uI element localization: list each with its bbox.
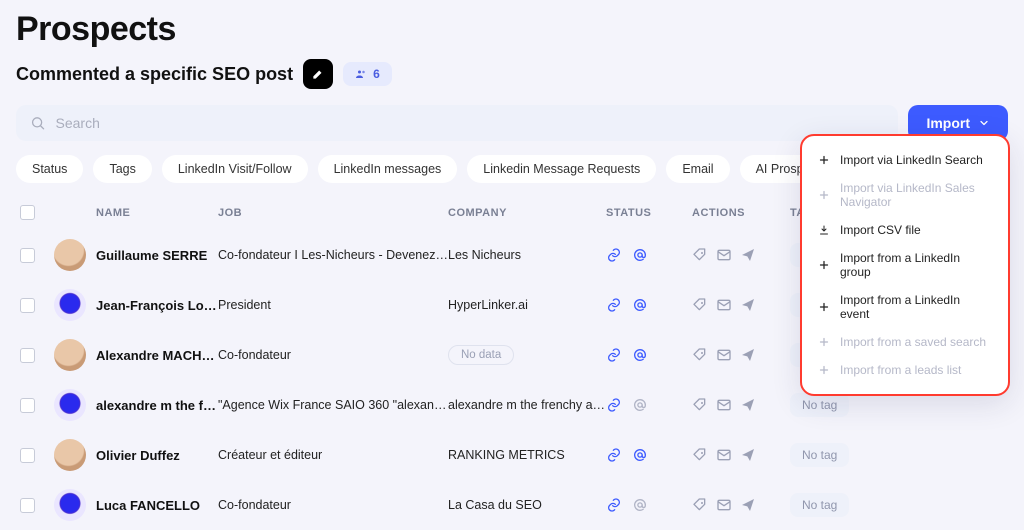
avatar xyxy=(54,289,86,321)
at-icon[interactable] xyxy=(632,347,648,363)
plus-icon xyxy=(818,259,830,271)
mail-action-icon[interactable] xyxy=(716,347,732,363)
tag-chip[interactable]: No tag xyxy=(790,393,849,417)
row-checkbox[interactable] xyxy=(20,398,35,413)
link-icon[interactable] xyxy=(606,297,622,313)
import-option: Import via LinkedIn Sales Navigator xyxy=(808,174,1002,216)
prospect-job: Créateur et éditeur xyxy=(218,448,448,462)
tag-action-icon[interactable] xyxy=(692,247,708,263)
row-checkbox[interactable] xyxy=(20,448,35,463)
row-checkbox[interactable] xyxy=(20,248,35,263)
prospect-job: Co-fondateur xyxy=(218,348,448,362)
at-icon[interactable] xyxy=(632,247,648,263)
prospect-company: No data xyxy=(448,345,606,365)
avatar xyxy=(54,489,86,521)
prospect-company: RANKING METRICS xyxy=(448,448,606,462)
filter-pill[interactable]: Status xyxy=(16,155,83,183)
at-icon[interactable] xyxy=(632,297,648,313)
prospect-job: Co-fondateur I Les-Nicheurs - Devenez la… xyxy=(218,248,448,262)
prospect-company: HyperLinker.ai xyxy=(448,298,606,312)
users-icon xyxy=(355,68,367,80)
link-icon[interactable] xyxy=(606,247,622,263)
import-dropdown: Import via LinkedIn SearchImport via Lin… xyxy=(800,134,1010,396)
import-option: Import from a leads list xyxy=(808,356,1002,384)
link-icon[interactable] xyxy=(606,397,622,413)
avatar xyxy=(54,239,86,271)
plus-icon xyxy=(818,301,830,313)
search-input-container[interactable] xyxy=(16,105,898,141)
import-option[interactable]: Import from a LinkedIn group xyxy=(808,244,1002,286)
at-icon[interactable] xyxy=(632,397,648,413)
tag-chip[interactable]: No tag xyxy=(790,443,849,467)
edit-icon xyxy=(311,67,325,81)
mail-action-icon[interactable] xyxy=(716,297,732,313)
import-option: Import from a saved search xyxy=(808,328,1002,356)
download-icon xyxy=(818,224,830,236)
send-action-icon[interactable] xyxy=(740,397,756,413)
search-input[interactable] xyxy=(56,115,885,131)
tag-action-icon[interactable] xyxy=(692,297,708,313)
mail-action-icon[interactable] xyxy=(716,397,732,413)
send-action-icon[interactable] xyxy=(740,297,756,313)
tag-action-icon[interactable] xyxy=(692,497,708,513)
send-action-icon[interactable] xyxy=(740,497,756,513)
filter-pill[interactable]: LinkedIn messages xyxy=(318,155,458,183)
prospect-name[interactable]: Guillaume SERRE xyxy=(96,248,218,263)
chevron-down-icon xyxy=(978,117,990,129)
send-action-icon[interactable] xyxy=(740,247,756,263)
plus-icon xyxy=(818,154,830,166)
mail-action-icon[interactable] xyxy=(716,447,732,463)
avatar xyxy=(54,339,86,371)
prospect-company: La Casa du SEO xyxy=(448,498,606,512)
plus-icon xyxy=(818,336,830,348)
link-icon[interactable] xyxy=(606,347,622,363)
table-row: Olivier DuffezCréateur et éditeurRANKING… xyxy=(16,430,1008,480)
prospect-name[interactable]: Luca FANCELLO xyxy=(96,498,218,513)
import-option[interactable]: Import via LinkedIn Search xyxy=(808,146,1002,174)
tag-action-icon[interactable] xyxy=(692,447,708,463)
link-icon[interactable] xyxy=(606,447,622,463)
list-name: Commented a specific SEO post xyxy=(16,64,293,85)
at-icon[interactable] xyxy=(632,497,648,513)
plus-icon xyxy=(818,364,830,376)
prospect-count-badge: 6 xyxy=(343,62,392,86)
filter-pill[interactable]: Linkedin Message Requests xyxy=(467,155,656,183)
page-title: Prospects xyxy=(16,10,1008,49)
filter-pill[interactable]: Email xyxy=(666,155,729,183)
at-icon[interactable] xyxy=(632,447,648,463)
mail-action-icon[interactable] xyxy=(716,247,732,263)
mail-action-icon[interactable] xyxy=(716,497,732,513)
prospect-company: Les Nicheurs xyxy=(448,248,606,262)
row-checkbox[interactable] xyxy=(20,348,35,363)
prospect-name[interactable]: Jean-François Lo… xyxy=(96,298,218,313)
prospect-name[interactable]: Olivier Duffez xyxy=(96,448,218,463)
row-checkbox[interactable] xyxy=(20,498,35,513)
send-action-icon[interactable] xyxy=(740,347,756,363)
row-checkbox[interactable] xyxy=(20,298,35,313)
filter-pill[interactable]: Tags xyxy=(93,155,151,183)
select-all-checkbox[interactable] xyxy=(20,205,35,220)
avatar xyxy=(54,439,86,471)
import-option[interactable]: Import CSV file xyxy=(808,216,1002,244)
search-icon xyxy=(30,115,46,131)
avatar xyxy=(54,389,86,421)
prospect-job: Co-fondateur xyxy=(218,498,448,512)
prospect-company: alexandre m the frenchy an… xyxy=(448,398,606,412)
prospect-job: "Agence Wix France SAIO 360 "alexandre … xyxy=(218,398,448,412)
prospect-job: President xyxy=(218,298,448,312)
filter-pill[interactable]: LinkedIn Visit/Follow xyxy=(162,155,308,183)
import-option[interactable]: Import from a LinkedIn event xyxy=(808,286,1002,328)
link-icon[interactable] xyxy=(606,497,622,513)
plus-icon xyxy=(818,189,830,201)
send-action-icon[interactable] xyxy=(740,447,756,463)
prospect-name[interactable]: alexandre m the fr… xyxy=(96,398,218,413)
prospect-name[interactable]: Alexandre MACH… xyxy=(96,348,218,363)
tag-action-icon[interactable] xyxy=(692,347,708,363)
tag-chip[interactable]: No tag xyxy=(790,493,849,517)
table-row: Luca FANCELLOCo-fondateurLa Casa du SEO N… xyxy=(16,480,1008,530)
company-no-data: No data xyxy=(448,345,514,365)
edit-list-button[interactable] xyxy=(303,59,333,89)
tag-action-icon[interactable] xyxy=(692,397,708,413)
